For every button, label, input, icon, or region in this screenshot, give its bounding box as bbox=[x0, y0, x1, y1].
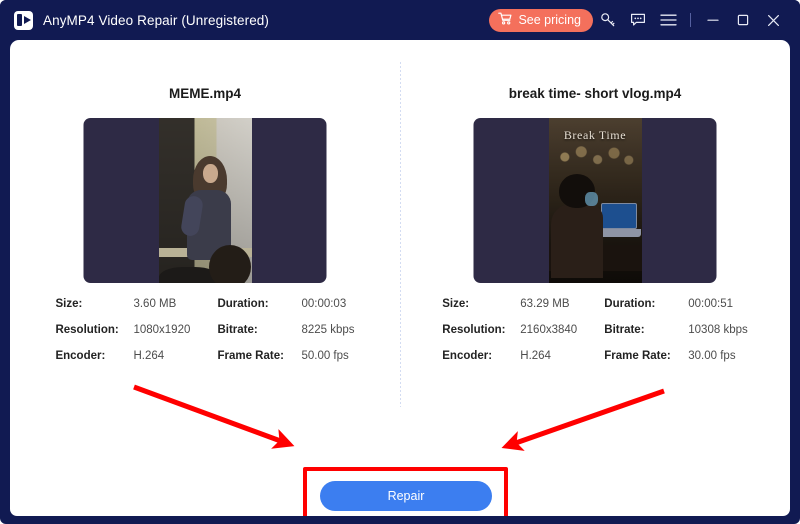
speech-bubble-icon[interactable] bbox=[623, 0, 653, 40]
title-bar: AnyMP4 Video Repair (Unregistered) See p… bbox=[0, 0, 800, 40]
size-value: 63.29 MB bbox=[520, 298, 604, 310]
see-pricing-label: See pricing bbox=[518, 13, 581, 27]
video-metadata: Size: 3.60 MB Duration: 00:00:03 Resolut… bbox=[10, 298, 400, 362]
thumbnail-frame bbox=[159, 118, 252, 283]
maximize-icon[interactable] bbox=[728, 0, 758, 40]
resolution-label: Resolution: bbox=[55, 324, 133, 336]
duration-value: 00:00:51 bbox=[688, 298, 747, 310]
encoder-value: H.264 bbox=[133, 350, 217, 362]
framerate-label: Frame Rate: bbox=[217, 350, 301, 362]
app-logo-play-icon bbox=[14, 11, 33, 30]
framerate-value: 50.00 fps bbox=[301, 350, 354, 362]
thumbnail-artwork: Break Time bbox=[549, 118, 642, 283]
video-card-left[interactable]: MEME.mp4 Size: 3. bbox=[10, 40, 400, 420]
bitrate-label: Bitrate: bbox=[604, 324, 688, 336]
app-window: AnyMP4 Video Repair (Unregistered) See p… bbox=[0, 0, 800, 524]
video-card-right[interactable]: break time- short vlog.mp4 Break Time bbox=[400, 40, 790, 420]
bitrate-value: 8225 kbps bbox=[301, 324, 354, 336]
video-metadata: Size: 63.29 MB Duration: 00:00:51 Resolu… bbox=[400, 298, 790, 362]
shopping-cart-icon bbox=[498, 12, 512, 28]
bitrate-label: Bitrate: bbox=[217, 324, 301, 336]
framerate-value: 30.00 fps bbox=[688, 350, 747, 362]
video-thumbnail[interactable] bbox=[84, 118, 327, 283]
video-thumbnail[interactable]: Break Time bbox=[474, 118, 717, 283]
size-label: Size: bbox=[55, 298, 133, 310]
encoder-value: H.264 bbox=[520, 350, 604, 362]
duration-value: 00:00:03 bbox=[301, 298, 354, 310]
thumbnail-frame: Break Time bbox=[549, 118, 642, 283]
hamburger-menu-icon[interactable] bbox=[653, 0, 683, 40]
framerate-label: Frame Rate: bbox=[604, 350, 688, 362]
see-pricing-button[interactable]: See pricing bbox=[489, 9, 593, 32]
size-value: 3.60 MB bbox=[133, 298, 217, 310]
content-panel: MEME.mp4 Size: 3. bbox=[10, 40, 790, 516]
thumbnail-overlay-text: Break Time bbox=[549, 128, 642, 143]
encoder-label: Encoder: bbox=[55, 350, 133, 362]
titlebar-controls: See pricing bbox=[489, 0, 800, 40]
size-label: Size: bbox=[442, 298, 520, 310]
resolution-value: 1080x1920 bbox=[133, 324, 217, 336]
video-title: break time- short vlog.mp4 bbox=[400, 86, 790, 101]
titlebar-separator bbox=[690, 13, 691, 27]
bitrate-value: 10308 kbps bbox=[688, 324, 747, 336]
minimize-icon[interactable] bbox=[698, 0, 728, 40]
key-icon[interactable] bbox=[593, 0, 623, 40]
duration-label: Duration: bbox=[217, 298, 301, 310]
duration-label: Duration: bbox=[604, 298, 688, 310]
encoder-label: Encoder: bbox=[442, 350, 520, 362]
app-title: AnyMP4 Video Repair (Unregistered) bbox=[43, 13, 269, 28]
thumbnail-artwork bbox=[159, 118, 252, 283]
resolution-label: Resolution: bbox=[442, 324, 520, 336]
close-icon[interactable] bbox=[758, 0, 788, 40]
video-title: MEME.mp4 bbox=[10, 86, 400, 101]
repair-button[interactable]: Repair bbox=[320, 481, 492, 511]
resolution-value: 2160x3840 bbox=[520, 324, 604, 336]
